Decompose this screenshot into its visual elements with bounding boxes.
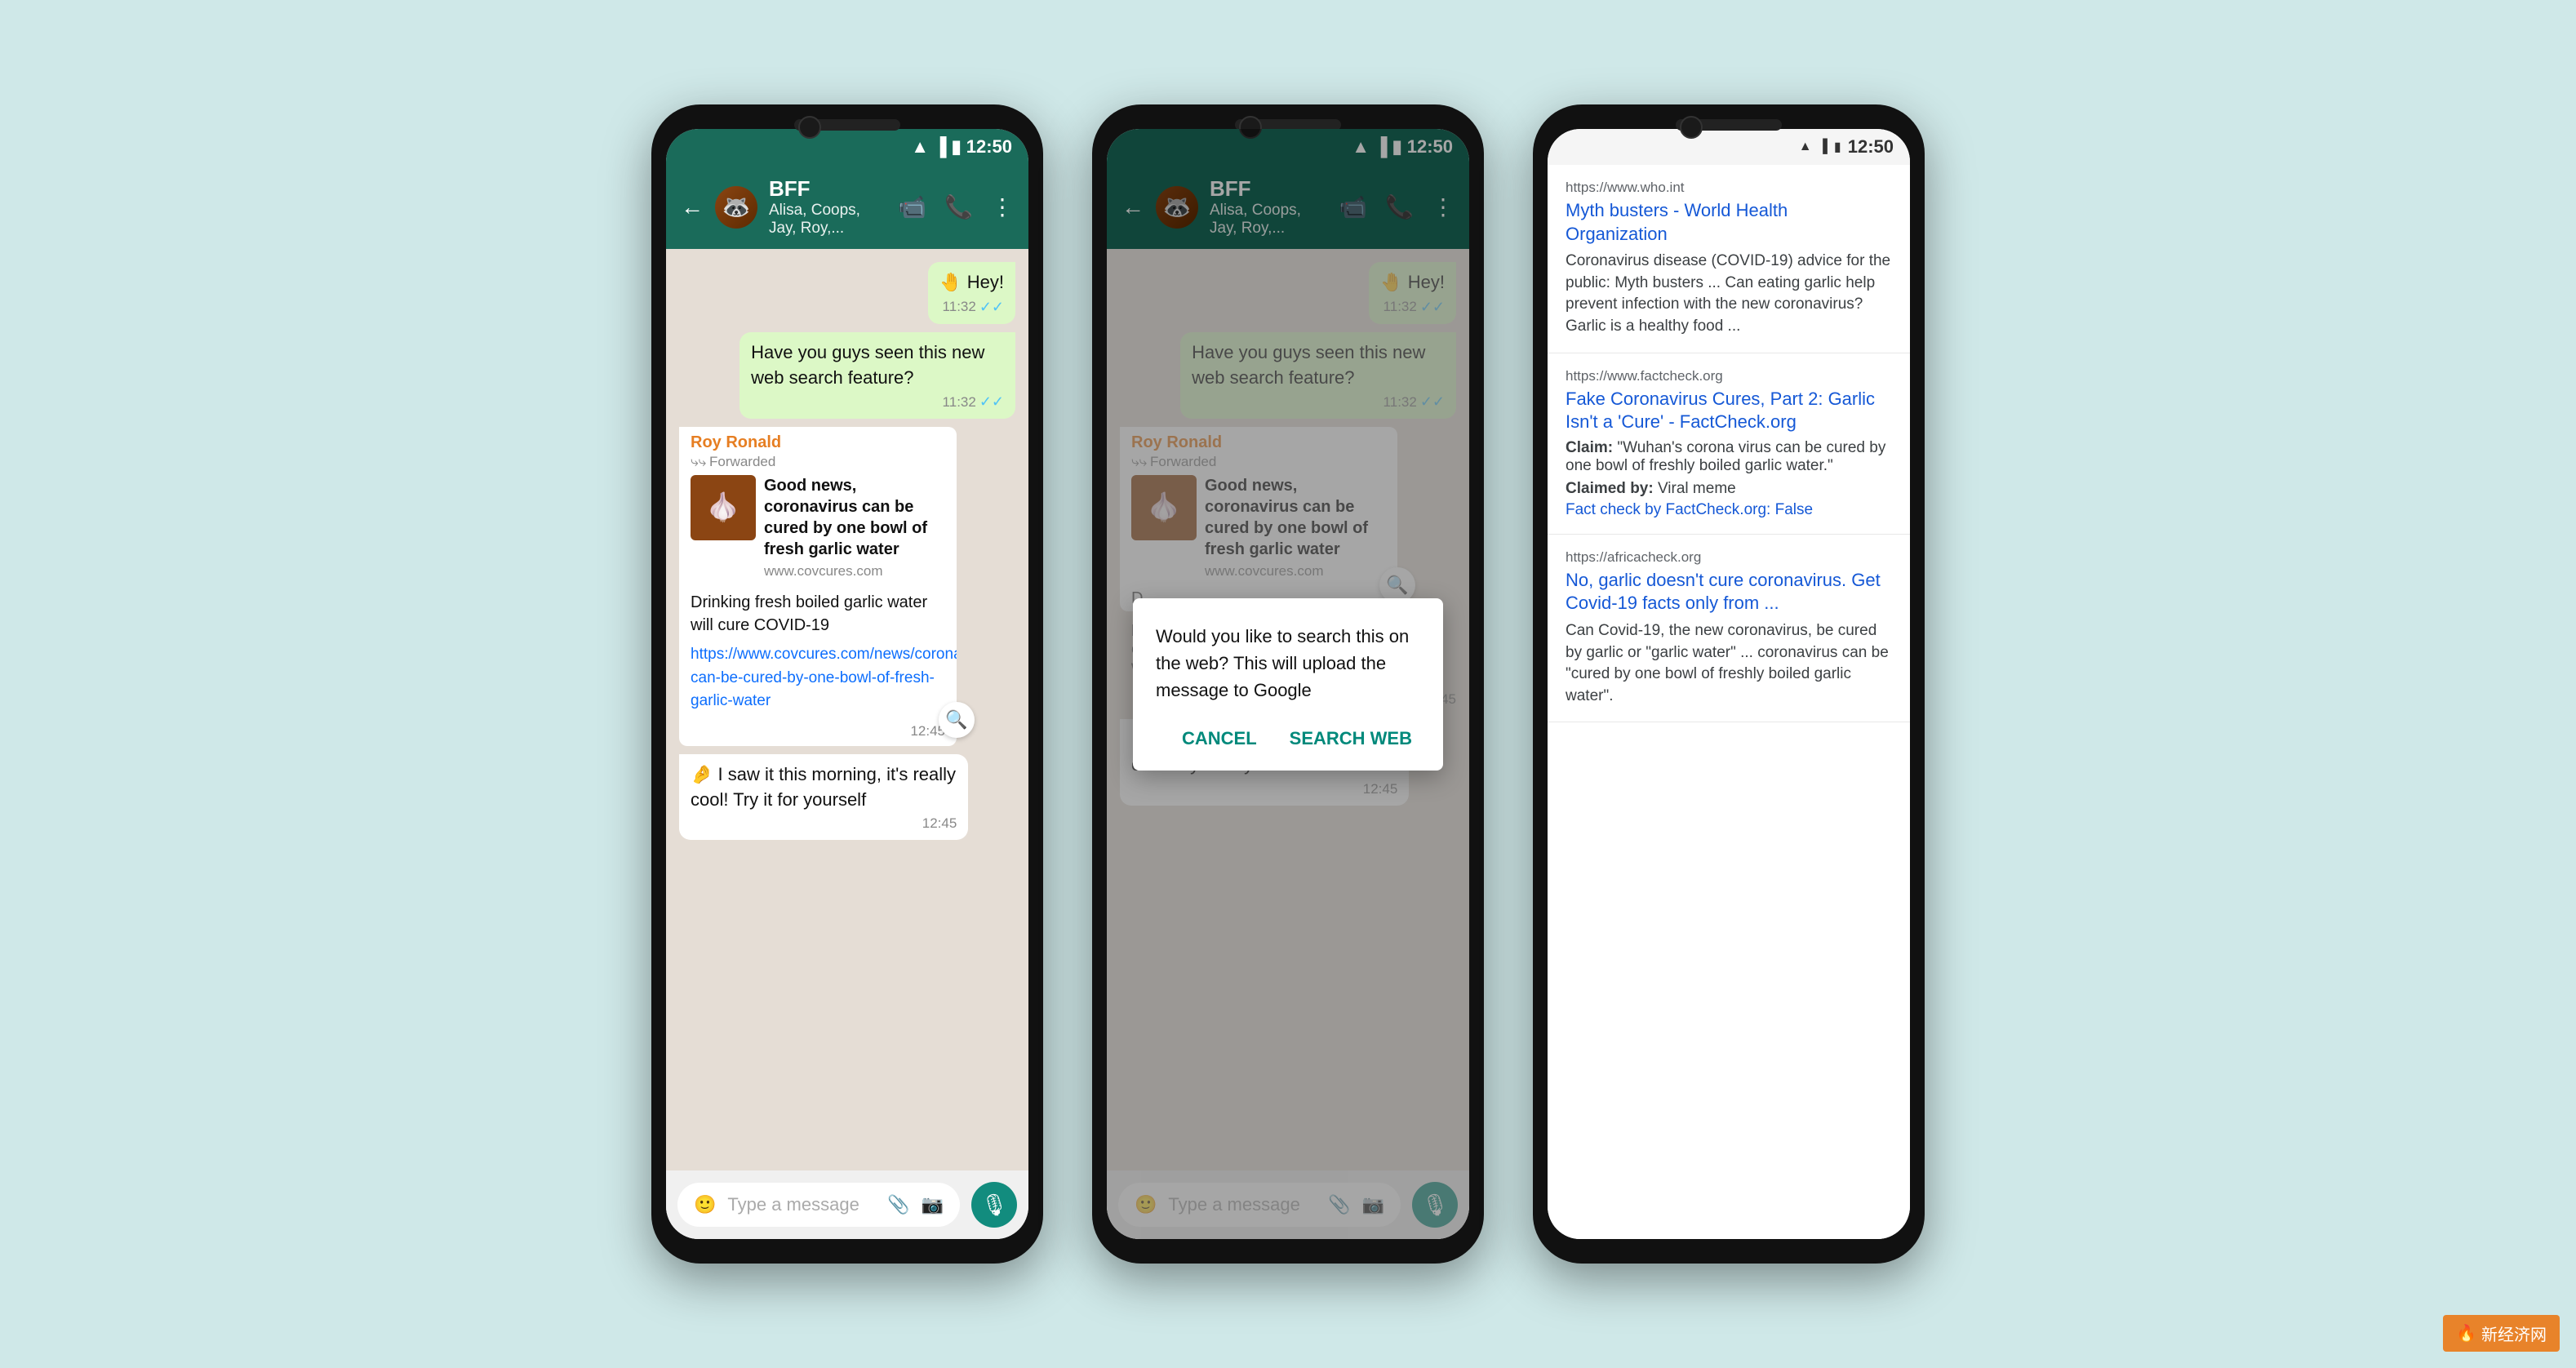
result-2-url: https://www.factcheck.org — [1566, 368, 1892, 384]
battery-icon-3: ▮ — [1834, 139, 1841, 155]
status-bar-1: ▲ ▐ ▮ 12:50 — [666, 129, 1028, 165]
more-options-icon[interactable]: ⋮ — [991, 193, 1014, 220]
forward-label: ⤷⤷ Forwarded — [679, 454, 957, 475]
message-hey-time: 11:32 ✓✓ — [939, 299, 1004, 316]
forward-sender: Roy Ronald — [679, 427, 957, 454]
result-2-title[interactable]: Fake Coronavirus Cures, Part 2: Garlic I… — [1566, 388, 1892, 434]
status-time-3: 12:50 — [1848, 136, 1894, 158]
dialog-overlay: Would you like to search this on the web… — [1107, 129, 1469, 1239]
avatar-img-1: 🦝 — [715, 186, 757, 229]
chat-input-bar-1: 🙂 Type a message 📎 📷 🎙 — [666, 1170, 1028, 1239]
result-1-title[interactable]: Myth busters - World Health Organization — [1566, 199, 1892, 246]
phone-1: ▲ ▐ ▮ 12:50 ← 🦝 BFF Alisa, Coops, Jay, R… — [651, 104, 1043, 1264]
message-placeholder-1: Type a message — [727, 1194, 876, 1215]
forward-thumb: 🧄 — [691, 475, 756, 540]
dialog-text: Would you like to search this on the web… — [1156, 623, 1420, 704]
signal-icon-3: ▐ — [1819, 140, 1828, 154]
search-result-2: https://www.factcheck.org Fake Coronavir… — [1548, 353, 1910, 535]
contact-name-1: BFF — [769, 176, 886, 202]
status-bar-3: ▲ ▐ ▮ 12:50 — [1548, 129, 1910, 165]
tick-icon-2: ✓✓ — [979, 393, 1004, 411]
contact-members-1: Alisa, Coops, Jay, Roy,... — [769, 202, 886, 238]
result-2-claimed-by: Claimed by: Viral meme — [1566, 480, 1892, 498]
forward-icon: ⤷⤷ — [691, 454, 706, 470]
result-1-url: https://www.who.int — [1566, 180, 1892, 196]
attach-icon[interactable]: 📎 — [887, 1194, 909, 1215]
signal-icon: ▐ — [934, 136, 947, 158]
phone-3-screen: ▲ ▐ ▮ 12:50 https://www.who.int Myth bus… — [1548, 129, 1910, 1239]
result-2-factcheck: Fact check by FactCheck.org: False — [1566, 501, 1892, 519]
wifi-icon: ▲ — [911, 136, 929, 158]
group-avatar-1: 🦝 — [715, 186, 757, 229]
search-result-1: https://www.who.int Myth busters - World… — [1548, 165, 1910, 353]
forwarded-message: Roy Ronald ⤷⤷ Forwarded 🧄 Good news, cor… — [679, 427, 957, 746]
phone-call-icon[interactable]: 📞 — [944, 193, 973, 220]
result-3-snippet: Can Covid-19, the new coronavirus, be cu… — [1566, 620, 1892, 707]
dialog-actions: CANCEL SEARCH WEB — [1156, 723, 1420, 754]
forward-text-block: Good news, coronavirus can be cured by o… — [764, 475, 945, 580]
forward-url: www.covcures.com — [764, 563, 945, 580]
search-result-3: https://africacheck.org No, garlic doesn… — [1548, 535, 1910, 723]
contact-info-1: BFF Alisa, Coops, Jay, Roy,... — [769, 176, 886, 238]
forward-link[interactable]: https://www.covcures.com/news/coronaviru… — [679, 643, 957, 720]
camera-icon[interactable]: 📷 — [922, 1194, 944, 1215]
message-saw-it-time: 12:45 — [691, 815, 957, 832]
watermark: 🔥 新经济网 — [2443, 1315, 2560, 1352]
watermark-text: 新经济网 — [2481, 1321, 2547, 1345]
phone-1-screen: ▲ ▐ ▮ 12:50 ← 🦝 BFF Alisa, Coops, Jay, R… — [666, 129, 1028, 1239]
message-input-1[interactable]: 🙂 Type a message 📎 📷 — [677, 1183, 960, 1227]
message-hey: 🤚 Hey! 11:32 ✓✓ — [928, 262, 1015, 324]
chat-header-1: ← 🦝 BFF Alisa, Coops, Jay, Roy,... 📹 📞 ⋮ — [666, 165, 1028, 249]
mic-button-1[interactable]: 🎙 — [971, 1182, 1017, 1228]
message-seen-feature-time: 11:32 ✓✓ — [751, 393, 1004, 411]
forward-desc: Drinking fresh boiled garlic water will … — [679, 586, 957, 643]
status-icons-1: ▲ ▐ ▮ 12:50 — [911, 136, 1012, 158]
battery-icon: ▮ — [952, 136, 962, 158]
search-web-confirm-button[interactable]: SEARCH WEB — [1281, 723, 1420, 754]
forward-title: Good news, coronavirus can be cured by o… — [764, 475, 945, 560]
result-2-claim: Claim: "Wuhan's corona virus can be cure… — [1566, 439, 1892, 475]
back-button-1[interactable]: ← — [681, 194, 704, 220]
result-3-title[interactable]: No, garlic doesn't cure coronavirus. Get… — [1566, 569, 1892, 615]
message-saw-it: 🤌 I saw it this morning, it's really coo… — [679, 754, 968, 841]
emoji-icon[interactable]: 🙂 — [694, 1194, 716, 1215]
cancel-button[interactable]: CANCEL — [1174, 723, 1265, 754]
forward-content: 🧄 Good news, coronavirus can be cured by… — [679, 475, 957, 586]
phone-3: ▲ ▐ ▮ 12:50 https://www.who.int Myth bus… — [1533, 104, 1925, 1264]
header-actions-1: 📹 📞 ⋮ — [898, 193, 1014, 220]
result-3-url: https://africacheck.org — [1566, 549, 1892, 566]
phone-2: ▲ ▐ ▮ 12:50 ← 🦝 BFF Alisa, Coops, Jay, R… — [1092, 104, 1484, 1264]
message-saw-it-text: 🤌 I saw it this morning, it's really coo… — [691, 762, 957, 813]
message-seen-feature: Have you guys seen this new web search f… — [739, 332, 1015, 420]
forward-time: 12:45 — [679, 723, 957, 746]
phone-2-screen: ▲ ▐ ▮ 12:50 ← 🦝 BFF Alisa, Coops, Jay, R… — [1107, 129, 1469, 1239]
watermark-logo: 🔥 — [2456, 1323, 2476, 1344]
video-call-icon[interactable]: 📹 — [898, 193, 926, 220]
search-results-body: https://www.who.int Myth busters - World… — [1548, 165, 1910, 1239]
tick-icon: ✓✓ — [979, 299, 1004, 316]
chat-body-1: 🤚 Hey! 11:32 ✓✓ Have you guys seen this … — [666, 249, 1028, 1170]
forward-card: Roy Ronald ⤷⤷ Forwarded 🧄 Good news, cor… — [679, 427, 957, 746]
message-hey-text: 🤚 Hey! — [939, 270, 1004, 295]
wifi-icon-3: ▲ — [1799, 140, 1812, 154]
search-dialog: Would you like to search this on the web… — [1133, 598, 1443, 771]
result-1-snippet: Coronavirus disease (COVID-19) advice fo… — [1566, 251, 1892, 337]
message-seen-feature-text: Have you guys seen this new web search f… — [751, 340, 1004, 391]
search-web-button-1[interactable]: 🔍 — [939, 702, 975, 738]
status-time-1: 12:50 — [966, 136, 1012, 158]
